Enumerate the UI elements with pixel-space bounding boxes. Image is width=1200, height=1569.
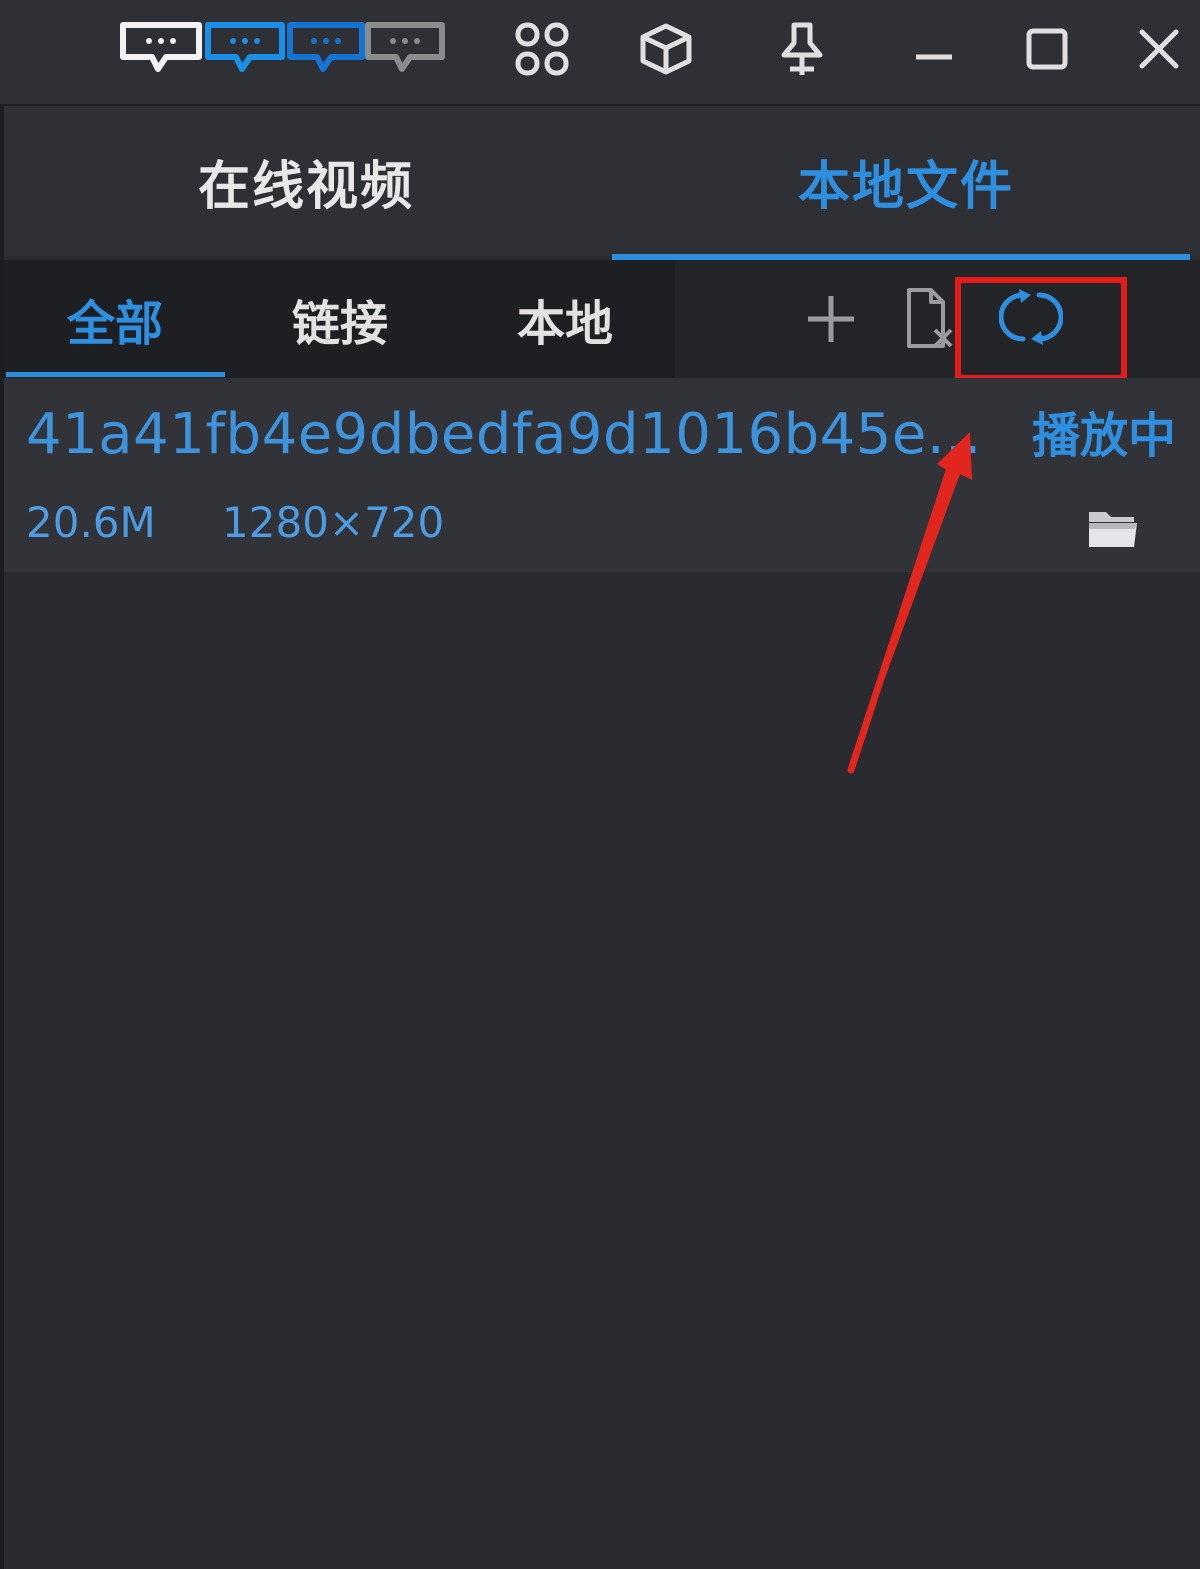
tab-online-video[interactable]: 在线视频: [0, 106, 612, 256]
danmaku-blue-dark-icon[interactable]: [286, 14, 366, 84]
cube-icon[interactable]: [634, 14, 698, 84]
danmaku-blue-icon[interactable]: [204, 14, 286, 84]
main-tabs: 在线视频 本地文件: [0, 106, 1200, 260]
refresh-highlight-box: [955, 277, 1127, 381]
maximize-icon[interactable]: [1020, 14, 1074, 84]
tab-link[interactable]: 链接: [245, 260, 435, 378]
pin-icon[interactable]: [770, 14, 834, 84]
file-size: 20.6M: [26, 498, 156, 547]
open-folder-icon[interactable]: [1086, 506, 1140, 550]
title-bar: [0, 0, 1200, 106]
tab-local[interactable]: 本地: [470, 260, 660, 378]
window-left-border: [0, 104, 4, 1569]
tab-all[interactable]: 全部: [20, 260, 210, 378]
minimize-icon[interactable]: [908, 14, 960, 84]
tab-local-files[interactable]: 本地文件: [612, 106, 1200, 256]
file-name: 41a41fb4e9dbedfa9d1016b45e...: [26, 402, 982, 467]
apps-icon[interactable]: [510, 14, 574, 84]
delete-file-icon[interactable]: [898, 282, 960, 356]
file-list-item[interactable]: 41a41fb4e9dbedfa9d1016b45e... 播放中 20.6M …: [0, 378, 1200, 572]
add-icon[interactable]: [796, 284, 866, 354]
playing-status: 播放中: [1032, 408, 1177, 464]
player-window: 在线视频 本地文件 全部 链接 本地 41a41fb4e9dbedfa9d101…: [0, 0, 1200, 1569]
danmaku-gray-icon[interactable]: [364, 14, 446, 84]
active-subtab-indicator: [6, 372, 225, 377]
file-list-empty-area: [0, 572, 1200, 1569]
close-icon[interactable]: [1132, 14, 1186, 84]
file-resolution: 1280×720: [222, 498, 445, 547]
danmaku-white-icon[interactable]: [118, 14, 204, 84]
